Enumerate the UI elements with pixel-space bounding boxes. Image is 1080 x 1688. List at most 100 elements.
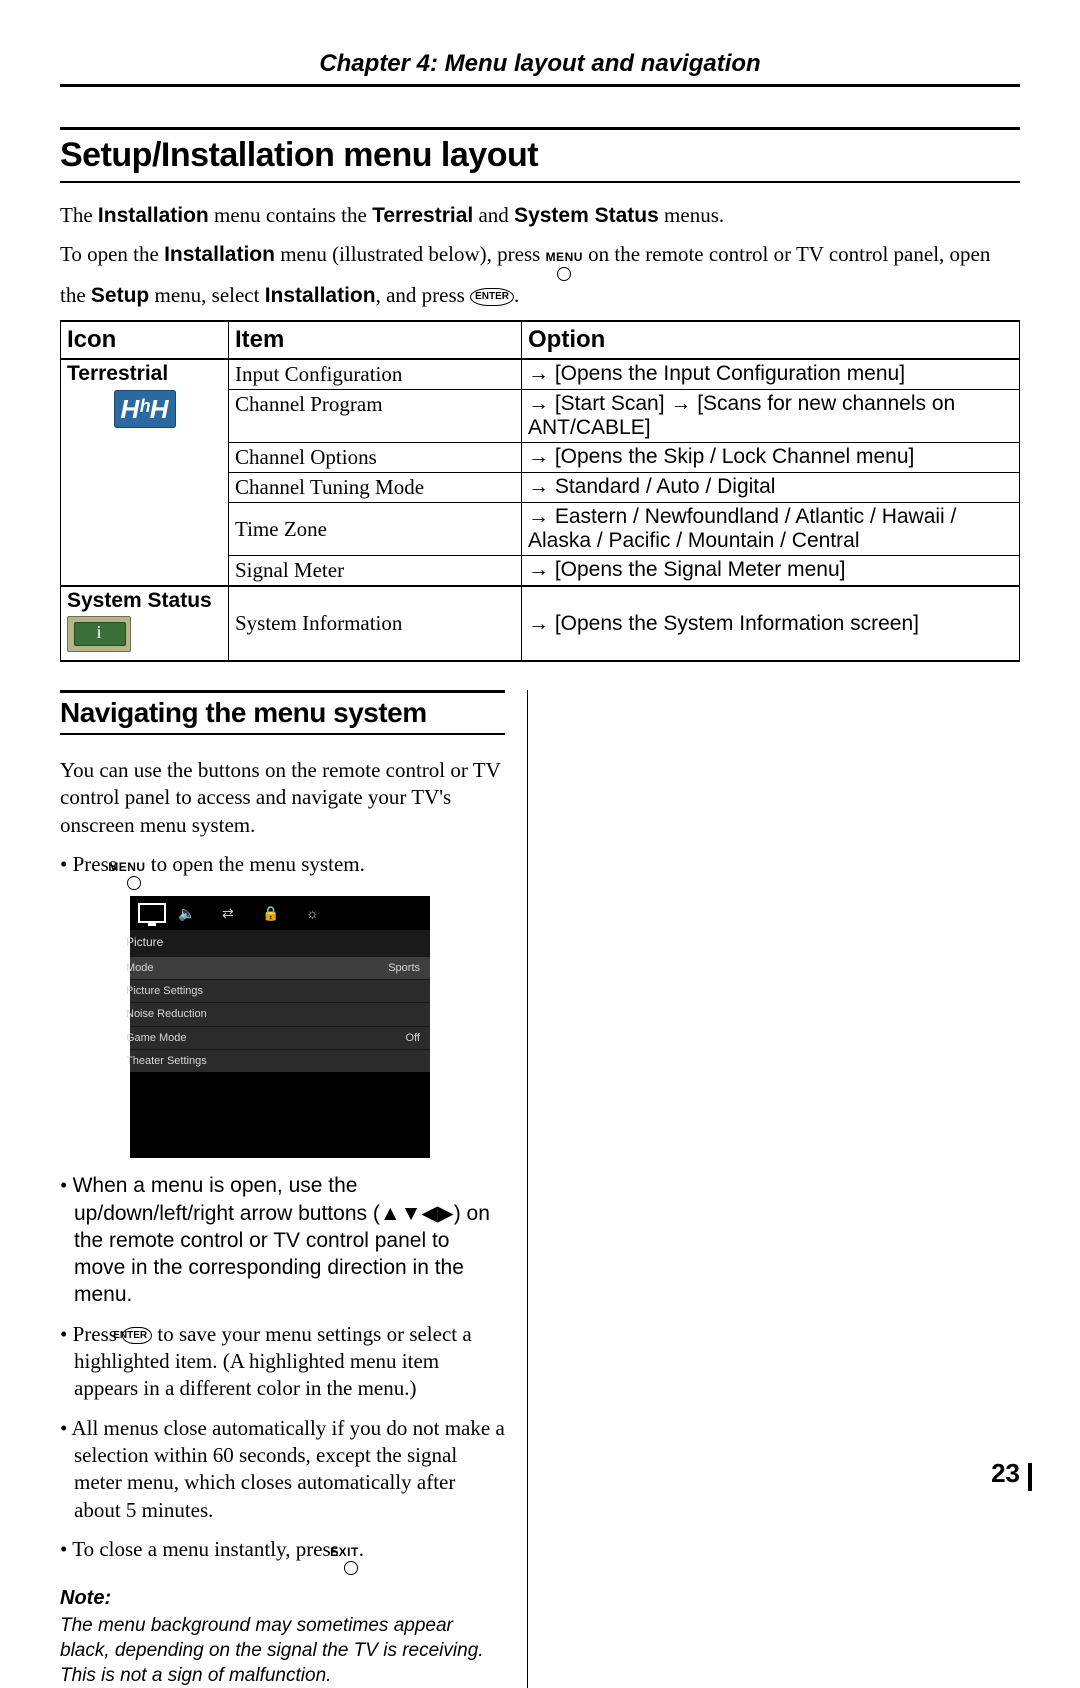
text: menu (illustrated below), press: [275, 242, 546, 266]
two-column-area: Navigating the menu system You can use t…: [60, 690, 1020, 1688]
table-row: Terrestrial HʰH Input Configuration → [O…: [61, 359, 1020, 390]
bold-installation: Installation: [98, 204, 209, 227]
osd-tab-bar: 🔈 ⇄ 🔒 ☼: [130, 896, 430, 930]
section2-rule-top: [60, 690, 505, 693]
text: menus.: [659, 203, 724, 227]
left-column: Navigating the menu system You can use t…: [60, 690, 527, 1688]
osd-tab-audio-icon: 🔈: [180, 902, 208, 924]
icon-cell-system-status: System Status i: [61, 586, 229, 661]
section2-intro: You can use the buttons on the remote co…: [60, 757, 505, 839]
terrestrial-label: Terrestrial: [67, 362, 222, 386]
text: .: [514, 283, 519, 307]
th-item: Item: [229, 321, 522, 359]
intro-line-1: The Installation menu contains the Terre…: [60, 201, 1020, 230]
section2-title: Navigating the menu system: [60, 697, 505, 729]
option-cell: → [Start Scan] → [Scans for new channels…: [522, 390, 1020, 443]
item-cell: Signal Meter: [229, 556, 522, 587]
list-item: Press MENU to open the menu system. 🔈 ⇄ …: [60, 851, 505, 1158]
option-cell: → [Opens the Input Configuration menu]: [522, 359, 1020, 390]
item-cell: Channel Tuning Mode: [229, 473, 522, 503]
text: to open the menu system.: [146, 852, 365, 876]
text: To close a menu instantly, press: [72, 1537, 344, 1561]
item-cell: Input Configuration: [229, 359, 522, 390]
page-edge-bar: [1028, 1463, 1032, 1491]
osd-row-label: Game Mode: [140, 1031, 187, 1045]
option-cell: → [Opens the System Information screen]: [522, 586, 1020, 661]
intro-line-2: To open the Installation menu (illustrat…: [60, 240, 1020, 310]
table-row: System Status i System Information → [Op…: [61, 586, 1020, 661]
menu-layout-table: Icon Item Option Terrestrial HʰH Input C…: [60, 320, 1020, 662]
page-number: 23: [991, 1458, 1020, 1489]
bold-system-status: System Status: [514, 204, 659, 227]
column-divider: [527, 690, 528, 1688]
bold-terrestrial: Terrestrial: [372, 204, 473, 227]
section1-title: Setup/Installation menu layout: [60, 136, 1020, 175]
osd-row: Picture Settings: [130, 979, 430, 1002]
list-item: All menus close automatically if you do …: [60, 1415, 505, 1524]
option-cell: → [Opens the Skip / Lock Channel menu]: [522, 443, 1020, 473]
list-item: To close a menu instantly, press EXIT.: [60, 1536, 505, 1575]
text: and: [473, 203, 514, 227]
chapter-rule: [60, 84, 1020, 87]
osd-row: Noise Reduction: [130, 1002, 430, 1025]
menu-label: MENU: [546, 250, 583, 264]
text: All menus close automatically if you do …: [71, 1416, 504, 1522]
bold-installation: Installation: [164, 243, 275, 266]
th-icon: Icon: [61, 321, 229, 359]
exit-label: EXIT: [330, 1545, 359, 1559]
text: , and press: [376, 283, 470, 307]
item-cell: Time Zone: [229, 503, 522, 556]
osd-row-label: Mode: [140, 961, 154, 975]
list-item: When a menu is open, use the up/down/lef…: [60, 1172, 505, 1308]
option-cell: → Eastern / Newfoundland / Atlantic / Ha…: [522, 503, 1020, 556]
osd-screenshot: 🔈 ⇄ 🔒 ☼ Picture Mode Sports Picture Sett…: [130, 896, 430, 1158]
option-cell: → [Opens the Signal Meter menu]: [522, 556, 1020, 587]
osd-row-label: Picture Settings: [140, 984, 203, 998]
chapter-title: Chapter 4: Menu layout and navigation: [60, 50, 1020, 78]
list-item: Press ENTER to save your menu settings o…: [60, 1321, 505, 1403]
osd-tab-picture-icon: [138, 902, 166, 924]
enter-button-icon: ENTER: [122, 1327, 152, 1344]
section1-rule-top: [60, 127, 1020, 130]
bold-setup: Setup: [91, 284, 149, 307]
system-status-label: System Status: [67, 589, 222, 613]
osd-row: Mode Sports: [130, 956, 430, 979]
osd-tab-lock-icon: 🔒: [264, 902, 292, 924]
bold-installation: Installation: [265, 284, 376, 307]
text: To open the: [60, 242, 164, 266]
table-header-row: Icon Item Option: [61, 321, 1020, 359]
osd-padding: [130, 1072, 430, 1158]
exit-button-icon: EXIT: [344, 1536, 359, 1575]
info-icon: i: [67, 616, 131, 652]
page: Chapter 4: Menu layout and navigation Se…: [0, 0, 1080, 1529]
note-heading: Note:: [60, 1587, 505, 1610]
icon-cell-terrestrial: Terrestrial HʰH: [61, 359, 229, 586]
terrestrial-icon: HʰH: [114, 390, 176, 428]
section2-rule-bot: [60, 733, 505, 735]
menu-button-icon: MENU: [546, 240, 583, 280]
bullet-list: Press MENU to open the menu system. 🔈 ⇄ …: [60, 851, 505, 1575]
text: When a menu is open, use the up/down/lef…: [73, 1174, 490, 1306]
osd-row-value: Sports: [402, 961, 420, 975]
text: The: [60, 203, 98, 227]
osd-tab-setup-icon: ⇄: [222, 902, 250, 924]
option-cell: → Standard / Auto / Digital: [522, 473, 1020, 503]
osd-row: Theater Settings: [130, 1049, 430, 1072]
note-body: The menu background may sometimes appear…: [60, 1614, 505, 1688]
menu-button-icon: MENU: [122, 851, 145, 890]
text: menu, select: [149, 283, 264, 307]
item-cell: System Information: [229, 586, 522, 661]
text: .: [359, 1537, 364, 1561]
osd-tab-settings-icon: ☼: [306, 902, 334, 924]
osd-row-label: Noise Reduction: [140, 1007, 207, 1021]
th-option: Option: [522, 321, 1020, 359]
osd-row: Game Mode Off: [130, 1026, 430, 1049]
item-cell: Channel Program: [229, 390, 522, 443]
item-cell: Channel Options: [229, 443, 522, 473]
enter-button-icon: ENTER: [470, 288, 514, 306]
menu-label: MENU: [108, 860, 145, 874]
text: menu contains the: [209, 203, 372, 227]
section1-rule-bot: [60, 181, 1020, 183]
osd-header: Picture: [130, 930, 430, 956]
osd-row-label: Theater Settings: [140, 1054, 207, 1068]
